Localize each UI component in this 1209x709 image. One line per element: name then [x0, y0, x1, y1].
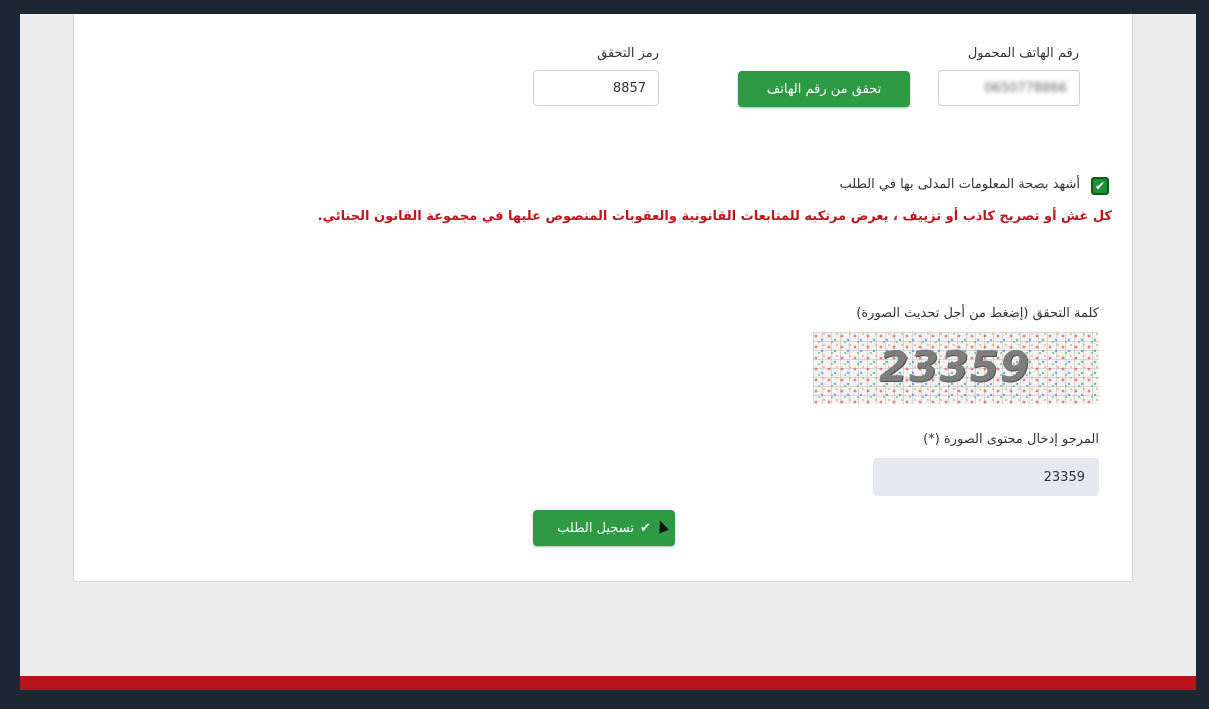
submit-request-button[interactable]: ✔ تسجيل الطلب [533, 510, 675, 546]
captcha-input[interactable]: 23359 [873, 458, 1099, 496]
check-icon: ✔ [1094, 179, 1106, 193]
captcha-input-label: المرجو إدخال محتوى الصورة (*) [923, 432, 1099, 447]
browser-viewport: رقم الهاتف المحمول 0650778866 تحقق من رق… [20, 14, 1196, 690]
submit-request-label: تسجيل الطلب [557, 520, 634, 536]
verification-code-label: رمز التحقق [597, 46, 659, 61]
phone-value: 0650778866 [984, 80, 1067, 96]
captcha-image[interactable]: 23359 [813, 332, 1099, 404]
phone-label: رقم الهاتف المحمول [967, 46, 1079, 61]
attestation-label: أشهد بصحة المعلومات المدلى بها في الطلب [839, 177, 1080, 192]
captcha-label: كلمة التحقق (إضغط من أجل تحديث الصورة) [856, 306, 1099, 321]
form-card: رقم الهاتف المحمول 0650778866 تحقق من رق… [73, 14, 1133, 582]
phone-input[interactable]: 0650778866 [938, 70, 1080, 106]
captcha-code: 23359 [879, 342, 1031, 391]
legal-warning: كل غش أو تصريح كاذب أو تزييف ، يعرض مرتك… [317, 209, 1112, 224]
verify-phone-button[interactable]: تحقق من رقم الهاتف [738, 71, 910, 107]
captcha-input-value: 23359 [1043, 469, 1085, 485]
verification-code-value: 8857 [612, 80, 646, 96]
attestation-checkbox[interactable]: ✔ [1091, 177, 1109, 195]
verification-code-input[interactable]: 8857 [533, 70, 659, 106]
footer-bar [20, 676, 1196, 690]
checkmark-icon: ✔ [639, 520, 651, 536]
